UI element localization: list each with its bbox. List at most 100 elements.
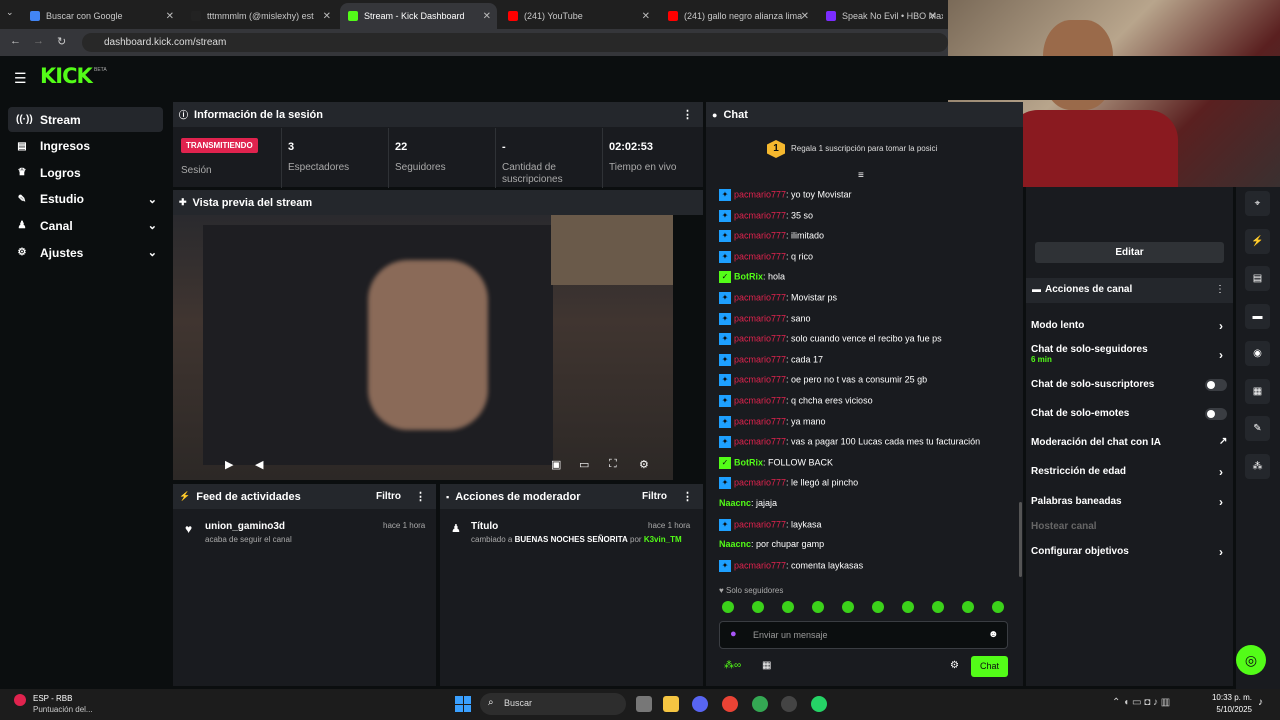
clock-time[interactable]: 10:33 p. m. [1208, 693, 1252, 702]
mute-icon[interactable]: ◀ [255, 458, 263, 471]
collapse-icon[interactable]: ≡ [858, 170, 864, 181]
chat-username[interactable]: pacmario777 [734, 354, 786, 364]
lang-indicator[interactable]: ESP - RBB [33, 694, 72, 703]
close-icon[interactable]: ✕ [166, 11, 174, 22]
reload-icon[interactable]: ↻ [57, 35, 66, 48]
emote-icon[interactable] [782, 601, 794, 613]
chat-username[interactable]: pacmario777 [734, 189, 786, 199]
toggle-switch[interactable] [1205, 379, 1227, 391]
whatsapp-icon[interactable] [811, 696, 827, 712]
menu-icon[interactable]: ☰ [14, 70, 27, 87]
settings-icon[interactable]: ⚙ [639, 458, 649, 471]
chat-username[interactable]: Naacnc [719, 498, 751, 508]
edit-button[interactable]: Editar [1035, 242, 1224, 263]
sidebar-item-stream[interactable]: ((·)) Stream [8, 107, 163, 132]
sidebar-item-canal[interactable]: ♟ Canal ⌄ [8, 213, 163, 238]
emoji-icon[interactable]: ☻ [988, 629, 999, 640]
chat-input[interactable]: ● Enviar un mensaje ☻ [719, 621, 1008, 649]
actions-menu-icon[interactable]: ⋮ [1215, 284, 1225, 295]
mod-menu-icon[interactable]: ⋮ [682, 490, 693, 503]
chat-username[interactable]: pacmario777 [734, 478, 786, 488]
notification-icon[interactable]: ♪ [1258, 697, 1263, 708]
clock-date[interactable]: 5/10/2025 [1208, 705, 1252, 714]
chat-username[interactable]: pacmario777 [734, 375, 786, 385]
tab-list-icon[interactable]: ⌄ [6, 7, 14, 18]
chat-username[interactable]: pacmario777 [734, 519, 786, 529]
windows-start-icon[interactable] [455, 696, 471, 712]
stream-preview-video[interactable]: ▶ ◀ ▣ ▭ ⛶ ⚙ [173, 215, 673, 480]
chat-username[interactable]: BotRix [734, 457, 763, 467]
chat-username[interactable]: pacmario777 [734, 292, 786, 302]
points-icon[interactable]: ⁂∞ [724, 660, 741, 671]
action-4[interactable]: Moderación del chat con IA ↗ [1031, 436, 1227, 448]
chrome-profile-icon[interactable] [752, 696, 768, 712]
emote-icon[interactable] [902, 601, 914, 613]
url-input[interactable]: dashboard.kick.com/stream [82, 33, 948, 52]
wrench-icon[interactable]: ✎ [1245, 416, 1270, 441]
sidebar-item-ajustes[interactable]: ⚙ Ajustes ⌄ [8, 240, 163, 265]
action-5[interactable]: Restricción de edad › [1031, 465, 1226, 479]
emote-icon[interactable] [722, 601, 734, 613]
browser-tab-0[interactable]: Buscar con Google ✕ [22, 3, 180, 29]
chat-username[interactable]: pacmario777 [734, 313, 786, 323]
chevron-down-icon[interactable]: ⌄ [148, 193, 157, 206]
action-8[interactable]: Configurar objetivos › [1031, 545, 1226, 559]
emote-icon[interactable] [932, 601, 944, 613]
weather-icon[interactable] [14, 694, 26, 706]
chat-username[interactable]: Naacnc [719, 539, 751, 549]
chrome-icon[interactable] [722, 696, 738, 712]
chat-bubble-icon[interactable]: ▬ [1245, 303, 1270, 329]
chevron-right-icon[interactable]: › [1219, 319, 1223, 333]
session-menu-icon[interactable]: ⋮ [682, 108, 693, 121]
feed-user[interactable]: union_gamino3d [205, 521, 285, 532]
support-icon[interactable]: ◎ [1236, 645, 1266, 675]
chat-username[interactable]: pacmario777 [734, 251, 786, 261]
notes-icon[interactable]: ▤ [1245, 266, 1270, 291]
tray-icons[interactable]: ⌃ ◖ ▭ ◘ ♪ ▥ [1112, 697, 1170, 708]
browser-tab-2[interactable]: Stream - Kick Dashboard ✕ [340, 3, 497, 29]
action-2[interactable]: Chat de solo-suscriptores [1031, 379, 1226, 390]
chevron-down-icon[interactable]: ⌄ [148, 246, 157, 259]
action-1[interactable]: Chat de solo-seguidores 6 min › [1031, 344, 1226, 364]
chat-username[interactable]: pacmario777 [734, 231, 786, 241]
chat-username[interactable]: pacmario777 [734, 334, 786, 344]
drops-icon[interactable]: ⁂ [1245, 453, 1270, 479]
chevron-right-icon[interactable]: › [1219, 545, 1223, 559]
chat-settings-icon[interactable]: ⚙ [950, 660, 959, 671]
sidebar-item-ingresos[interactable]: ▤ Ingresos [8, 134, 163, 159]
emote-icon[interactable] [842, 601, 854, 613]
action-6[interactable]: Palabras baneadas › [1031, 495, 1226, 509]
forward-icon[interactable]: → [33, 35, 44, 47]
chevron-right-icon[interactable]: › [1219, 495, 1223, 509]
close-icon[interactable]: ✕ [483, 11, 491, 22]
play-icon[interactable]: ▶ [225, 458, 233, 471]
file-explorer-icon[interactable] [663, 696, 679, 712]
mic-icon[interactable]: ● [730, 628, 737, 640]
back-icon[interactable]: ← [10, 35, 21, 47]
emote-icon[interactable] [812, 601, 824, 613]
sidebar-item-estudio[interactable]: ✎ Estudio ⌄ [8, 187, 163, 212]
bolt-icon[interactable]: ⚡ [1245, 228, 1270, 254]
feed-menu-icon[interactable]: ⋮ [415, 490, 426, 503]
emote-icon[interactable] [962, 601, 974, 613]
task-view-icon[interactable] [636, 696, 652, 712]
chevron-down-icon[interactable]: ⌄ [148, 219, 157, 232]
store-icon[interactable]: ▦ [762, 660, 771, 671]
toggle-switch[interactable] [1205, 408, 1227, 420]
mod-filter-button[interactable]: Filtro [642, 491, 667, 502]
close-icon[interactable]: ✕ [929, 11, 937, 22]
close-icon[interactable]: ✕ [642, 11, 650, 22]
broadcast-icon[interactable]: ◉ [1245, 341, 1270, 366]
emote-icon[interactable] [872, 601, 884, 613]
action-3[interactable]: Chat de solo-emotes [1031, 408, 1226, 419]
close-icon[interactable]: ✕ [323, 11, 331, 22]
close-icon[interactable]: ✕ [801, 11, 809, 22]
layout-icon[interactable]: ▦ [1245, 378, 1270, 404]
emote-icon[interactable] [752, 601, 764, 613]
sidebar-item-logros[interactable]: ♛ Logros [8, 160, 163, 185]
theater-icon[interactable]: ▭ [579, 458, 589, 471]
emote-icon[interactable] [992, 601, 1004, 613]
external-link-icon[interactable]: ↗ [1219, 436, 1227, 447]
chat-username[interactable]: pacmario777 [734, 395, 786, 405]
chat-send-button[interactable]: Chat [971, 656, 1008, 677]
